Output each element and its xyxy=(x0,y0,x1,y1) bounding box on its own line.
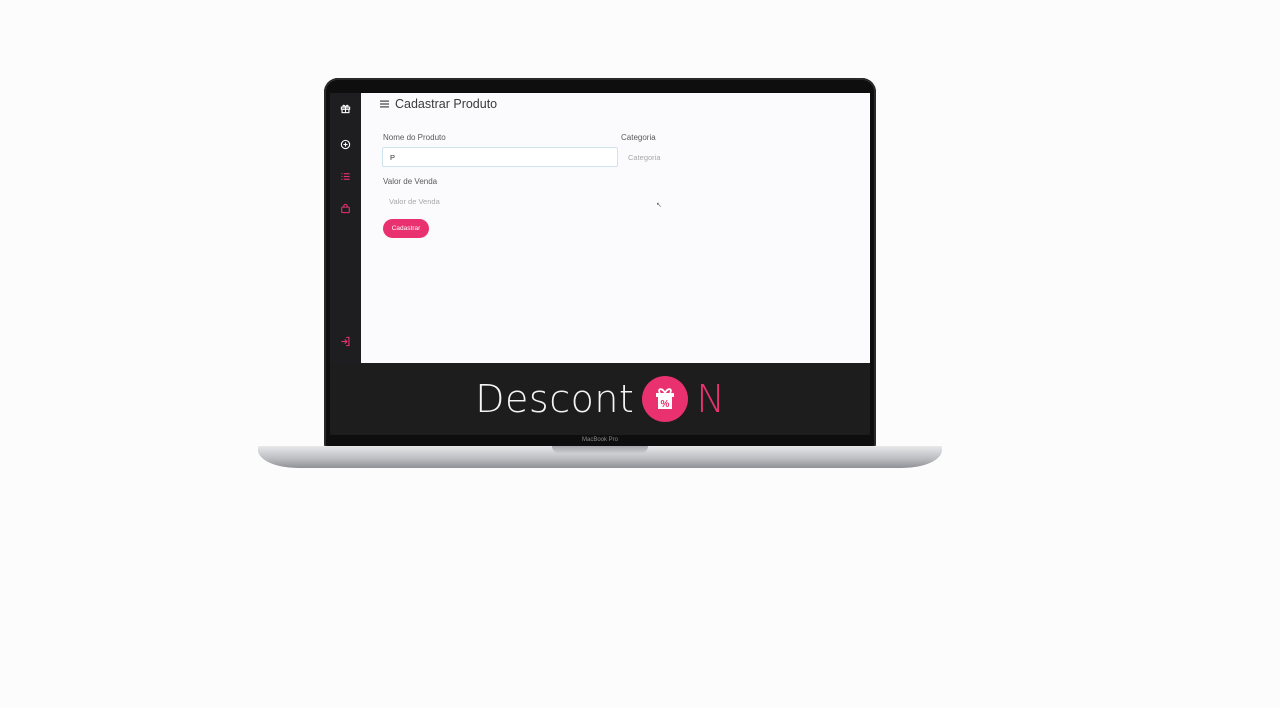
page-title: Cadastrar Produto xyxy=(395,97,498,111)
sale-value-input[interactable] xyxy=(382,191,618,211)
sidebar-item-bag[interactable] xyxy=(337,200,353,216)
app-window: Cadastrar Produto Nome do Produto Catego… xyxy=(330,93,870,363)
sidebar-item-list[interactable] xyxy=(337,168,353,184)
brand-banner: Descont % N xyxy=(330,363,870,435)
category-label: Categoria xyxy=(621,133,656,142)
main-content: Cadastrar Produto Nome do Produto Catego… xyxy=(361,93,870,363)
submit-button[interactable]: Cadastrar xyxy=(383,219,429,238)
hamburger-icon[interactable] xyxy=(379,99,389,109)
sidebar-item-gift[interactable] xyxy=(337,100,353,116)
gift-icon xyxy=(340,104,350,113)
product-name-label: Nome do Produto xyxy=(383,133,446,142)
sidebar-item-add[interactable] xyxy=(337,136,353,152)
brand-suffix: N xyxy=(696,377,725,421)
category-input[interactable] xyxy=(621,147,771,167)
laptop-screen: Cadastrar Produto Nome do Produto Catego… xyxy=(330,93,870,435)
mouse-cursor-icon: ↖ xyxy=(656,202,662,209)
laptop-notch xyxy=(552,446,648,453)
header: Cadastrar Produto xyxy=(379,97,497,111)
sidebar xyxy=(330,93,361,363)
bezel-label: MacBook Pro xyxy=(581,437,618,443)
logout-icon xyxy=(340,336,349,346)
sidebar-item-logout[interactable] xyxy=(337,333,353,349)
gift-discount-logo-icon: % xyxy=(642,376,689,422)
bag-icon xyxy=(340,203,350,213)
brand-text: Descont xyxy=(475,377,635,421)
sale-value-label: Valor de Venda xyxy=(383,177,438,186)
plus-circle-icon xyxy=(340,139,350,149)
logo-badge-symbol: % xyxy=(661,399,670,410)
product-name-input[interactable] xyxy=(382,147,618,167)
page: Cadastrar Produto Nome do Produto Catego… xyxy=(0,0,1280,708)
list-icon xyxy=(340,172,350,180)
